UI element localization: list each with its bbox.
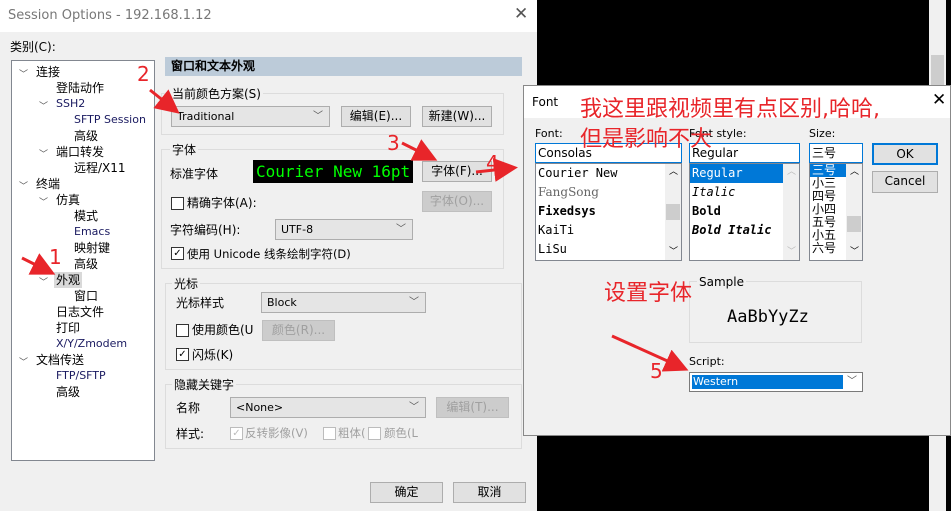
arrow-2: [149, 88, 180, 114]
annotation-note-line2: 但是影响不大: [580, 127, 713, 152]
annotation-set-font: 设置字体: [604, 281, 693, 306]
arrow-1: [21, 253, 56, 275]
arrow-5: [611, 334, 689, 372]
step-2: 2: [137, 62, 150, 86]
step-3: 3: [387, 131, 400, 155]
arrow-3: [401, 139, 438, 161]
step-4: 4: [486, 151, 499, 175]
step-1: 1: [49, 245, 62, 269]
step-5: 5: [650, 359, 663, 383]
annotation-note-line1: 我这里跟视频里有点区别,哈哈,: [580, 97, 880, 122]
